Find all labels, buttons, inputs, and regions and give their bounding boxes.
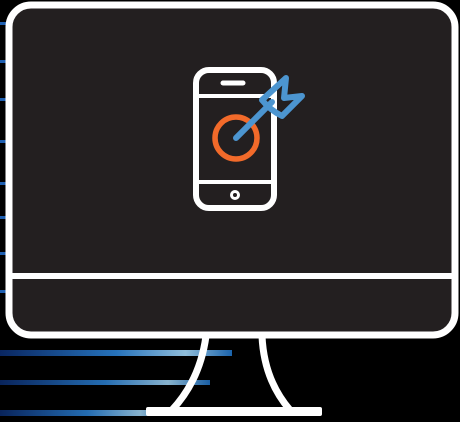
monitor-stand	[146, 332, 322, 416]
desktop-monitor-icon	[5, 1, 459, 339]
desktop-monitor-illustration	[0, 1, 459, 416]
illustration-canvas	[0, 0, 460, 422]
